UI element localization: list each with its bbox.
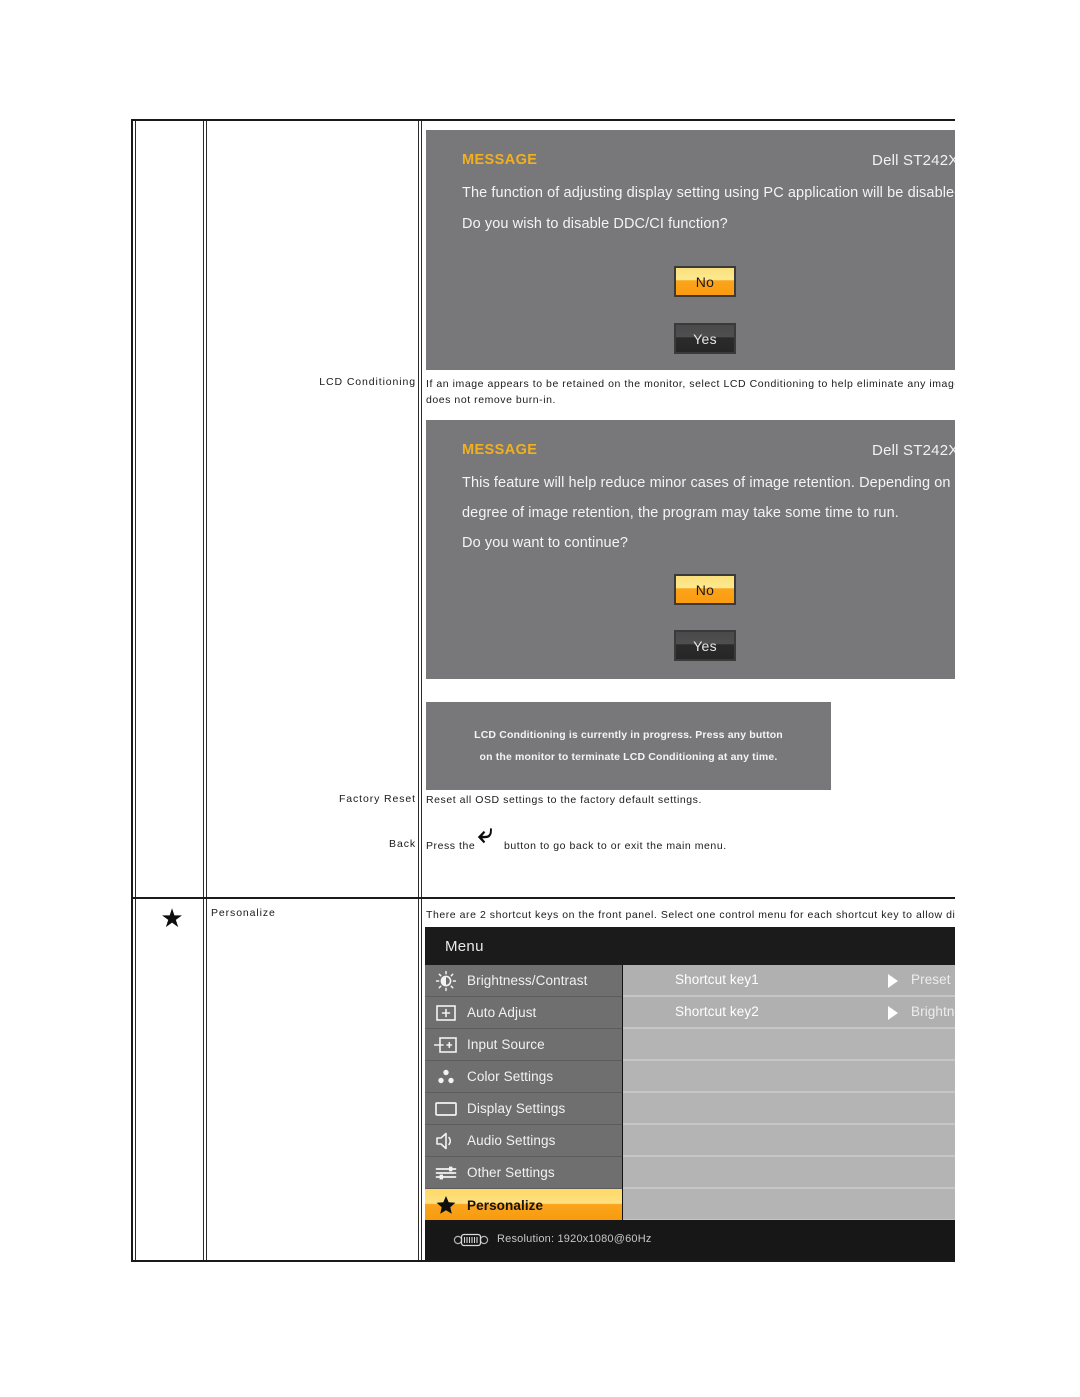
back-arrow-icon: ⤶ <box>478 818 494 848</box>
osd-menu-item-personalize[interactable]: Personalize <box>425 1189 622 1221</box>
osd-menu-item-label: Other Settings <box>467 1165 555 1180</box>
audio-settings-icon <box>425 1131 467 1151</box>
lcd-progress-line-1: LCD Conditioning is currently in progres… <box>474 729 783 741</box>
lcd-progress-line-2: on the monitor to terminate LCD Conditio… <box>479 751 778 763</box>
osd-menu-list: Brightness/Contrast Auto Adjust Input So… <box>425 965 622 1221</box>
osd-submenu-row-empty <box>623 1157 955 1189</box>
ddcci-no-button[interactable]: No <box>674 266 736 297</box>
lcd-monitor-model: Dell ST242XL <box>872 442 955 459</box>
osd-menu-item-label: Brightness/Contrast <box>467 973 588 988</box>
osd-menu-item-label: Display Settings <box>467 1101 566 1116</box>
osd-menu-item-color-settings[interactable]: Color Settings <box>425 1061 622 1093</box>
lcd-message-line-3: Do you want to continue? <box>462 535 629 551</box>
osd-submenu-list: Shortcut key1 Preset Shortcut key2 Brigh… <box>623 965 955 1221</box>
table-vrule-icon-col <box>203 121 204 1260</box>
table-vrule-icon-col-2 <box>206 121 207 1260</box>
display-settings-icon <box>425 1100 467 1118</box>
table-vrule-left <box>135 121 136 1260</box>
brightness-icon <box>425 970 467 992</box>
lcd-message-title: MESSAGE <box>462 442 538 458</box>
ddcci-message-title: MESSAGE <box>462 152 538 168</box>
lcd-yes-button[interactable]: Yes <box>674 630 736 661</box>
ddcci-message-line-2: Do you wish to disable DDC/CI function? <box>462 216 728 232</box>
table-vrule-label-col <box>418 121 419 1260</box>
osd-menu-item-brightness-contrast[interactable]: Brightness/Contrast <box>425 965 622 997</box>
ddcci-monitor-model: Dell ST242XL <box>872 152 955 169</box>
personalize-row-icon-cell: ★ <box>137 905 207 932</box>
ddcci-yes-button[interactable]: Yes <box>674 323 736 354</box>
lcd-no-button[interactable]: No <box>674 574 736 605</box>
lcd-message-line-1: This feature will help reduce minor case… <box>462 475 955 491</box>
factory-reset-desc: Reset all OSD settings to the factory de… <box>426 794 702 806</box>
lcd-message-header: MESSAGE Dell ST242XL <box>462 442 955 462</box>
osd-submenu-row-shortcut-key2[interactable]: Shortcut key2 Brightne <box>623 997 955 1029</box>
osd-submenu-row-empty <box>623 1093 955 1125</box>
chevron-right-icon <box>888 974 898 988</box>
lcd-conditioning-desc-line-2: does not remove burn-in. <box>426 394 556 406</box>
chevron-right-icon <box>888 1006 898 1020</box>
osd-menu-item-display-settings[interactable]: Display Settings <box>425 1093 622 1125</box>
osd-menu-header-title: Menu <box>445 938 484 955</box>
table-hrule-personalize <box>133 897 955 899</box>
ddcci-message-header: MESSAGE Dell ST242XL <box>462 152 955 172</box>
row-label-personalize: Personalize <box>211 907 276 919</box>
back-desc-after: button to go back to or exit the main me… <box>504 840 727 852</box>
resolution-icon <box>453 1232 489 1248</box>
osd-submenu-row-label: Shortcut key1 <box>675 972 759 987</box>
color-settings-icon <box>425 1067 467 1087</box>
osd-menu-item-label: Personalize <box>467 1197 544 1213</box>
table-vrule-label-col-2 <box>421 121 422 1260</box>
osd-submenu-row-shortcut-key1[interactable]: Shortcut key1 Preset <box>623 965 955 997</box>
lcd-conditioning-desc-line-1: If an image appears to be retained on th… <box>426 378 955 390</box>
osd-submenu-row-value: Brightne <box>911 1004 955 1019</box>
osd-menu-item-label: Input Source <box>467 1037 545 1052</box>
lcd-conditioning-message-box: MESSAGE Dell ST242XL This feature will h… <box>426 420 955 679</box>
personalize-desc: There are 2 shortcut keys on the front p… <box>426 909 955 921</box>
auto-adjust-icon <box>425 1004 467 1022</box>
osd-menu-item-label: Auto Adjust <box>467 1005 537 1020</box>
row-label-factory-reset: Factory Reset <box>338 793 416 805</box>
osd-menu-header: Menu <box>425 927 955 965</box>
osd-status-bar: Resolution: 1920x1080@60Hz <box>425 1220 955 1260</box>
osd-menu-item-label: Color Settings <box>467 1069 554 1084</box>
lcd-progress-box: LCD Conditioning is currently in progres… <box>426 702 831 790</box>
ddcci-message-box: MESSAGE Dell ST242XL The function of adj… <box>426 130 955 370</box>
osd-submenu-row-value: Preset <box>911 972 951 987</box>
other-settings-icon <box>425 1163 467 1183</box>
osd-menu-item-other-settings[interactable]: Other Settings <box>425 1157 622 1189</box>
osd-submenu-row-label: Shortcut key2 <box>675 1004 759 1019</box>
back-desc-before: Press the <box>426 840 476 852</box>
osd-submenu-row-empty <box>623 1061 955 1093</box>
ddcci-message-line-1: The function of adjusting display settin… <box>462 185 955 201</box>
osd-menu-item-auto-adjust[interactable]: Auto Adjust <box>425 997 622 1029</box>
osd-submenu-row-empty <box>623 1029 955 1061</box>
osd-resolution-text: Resolution: 1920x1080@60Hz <box>497 1233 652 1245</box>
star-icon <box>425 1194 467 1216</box>
osd-menu-item-input-source[interactable]: Input Source <box>425 1029 622 1061</box>
osd-menu-item-label: Audio Settings <box>467 1133 556 1148</box>
row-label-back: Back <box>389 838 416 850</box>
lcd-message-line-2: degree of image retention, the program m… <box>462 505 899 521</box>
input-source-icon <box>425 1036 467 1054</box>
osd-submenu-row-empty <box>623 1125 955 1157</box>
row-label-lcd-conditioning: LCD Conditioning <box>319 376 416 388</box>
osd-submenu-row-empty <box>623 1189 955 1221</box>
osd-menu-item-audio-settings[interactable]: Audio Settings <box>425 1125 622 1157</box>
osd-menu-panel: Menu Brightness/Contrast Auto Adjust Inp… <box>425 927 955 1260</box>
star-icon: ★ <box>160 903 184 933</box>
